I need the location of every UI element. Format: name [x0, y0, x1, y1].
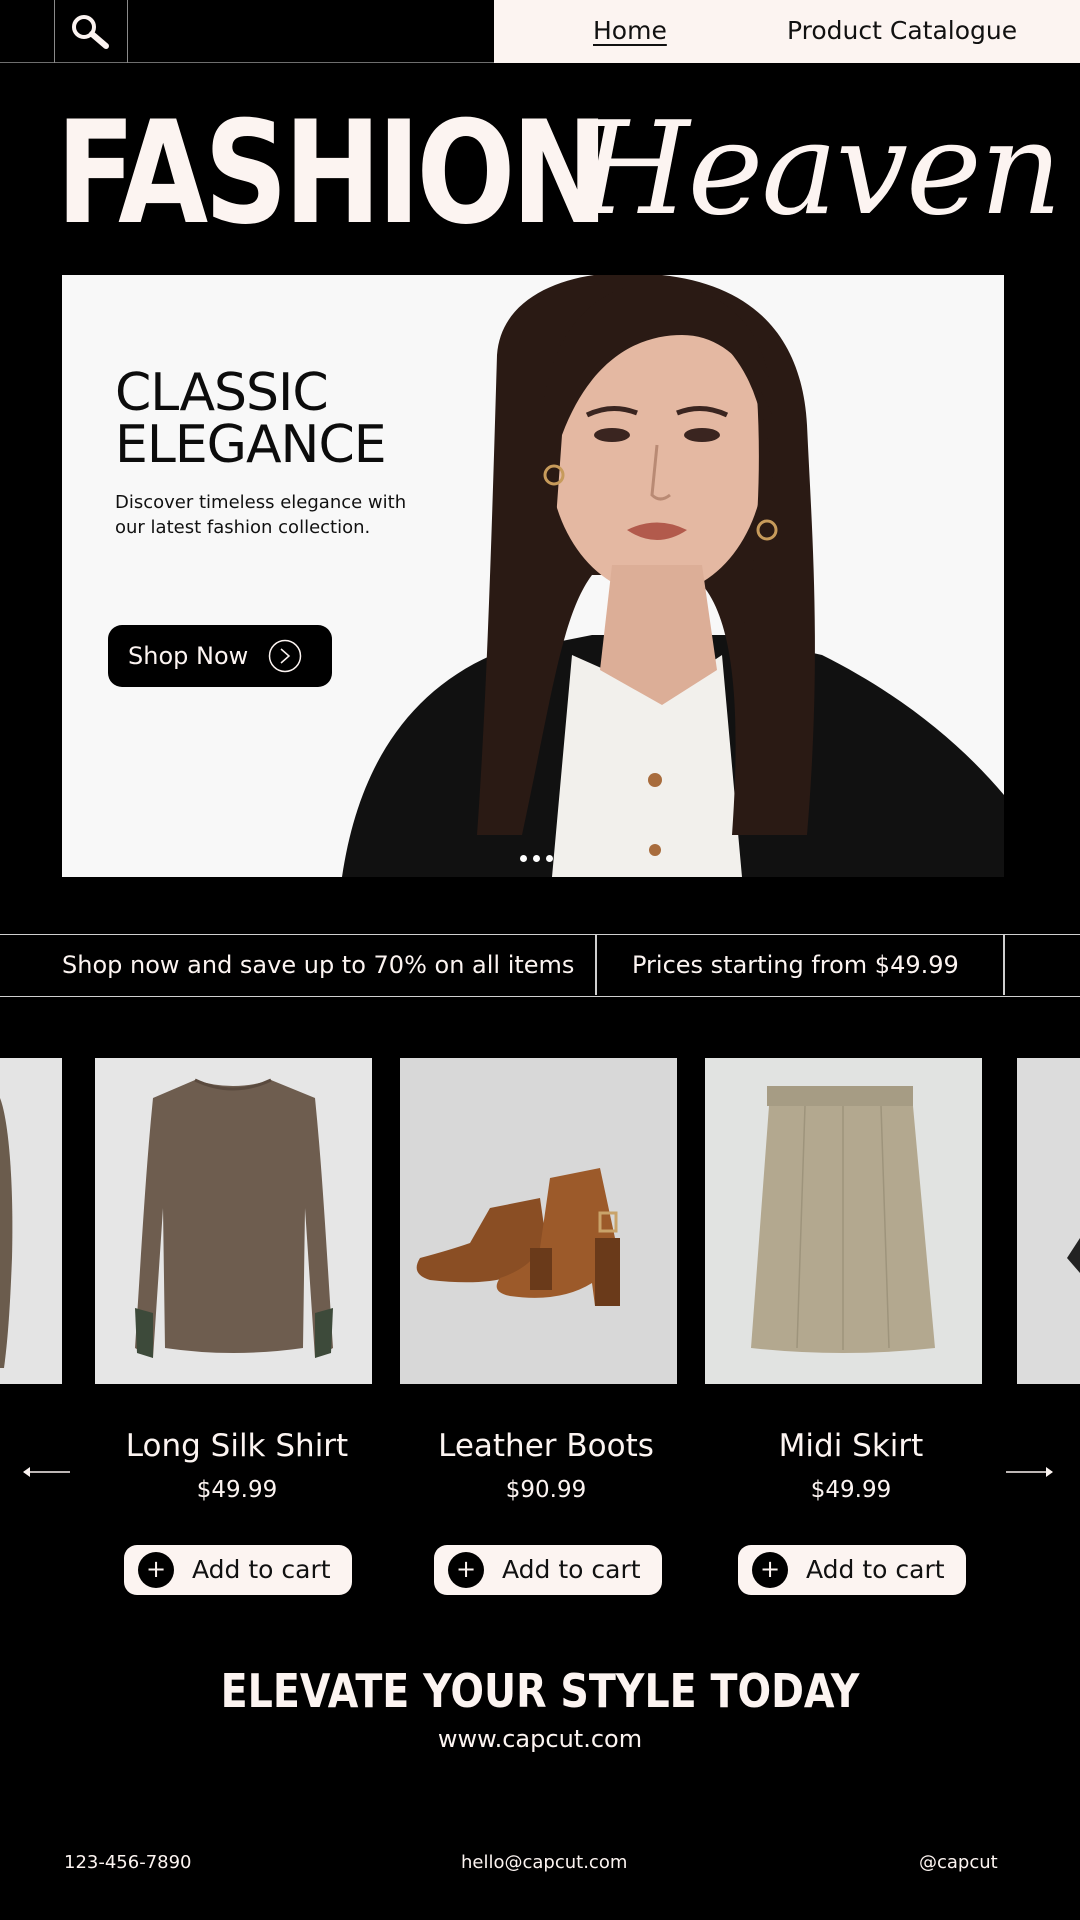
product-image-partial-right[interactable] [1017, 1058, 1080, 1384]
product-image-partial-left[interactable] [0, 1058, 62, 1384]
add-to-cart-button[interactable]: + Add to cart [738, 1545, 966, 1595]
footer-cta: ELEVATE YOUR STYLE TODAY [220, 1664, 860, 1718]
banner-description: Discover timeless elegance with our late… [115, 492, 407, 538]
search-icon [72, 14, 109, 49]
product-image-midi-skirt[interactable] [705, 1058, 982, 1384]
add-to-cart-button[interactable]: + Add to cart [434, 1545, 662, 1595]
product-name: Midi Skirt [778, 1428, 924, 1464]
footer-website[interactable]: www.capcut.com [0, 1725, 1080, 1753]
product-name: Long Silk Shirt [125, 1428, 349, 1464]
brand-title: FASHION Heaven [56, 91, 1062, 256]
promo-price: Prices starting from $49.99 [632, 951, 959, 979]
product-image-leather-boots[interactable] [400, 1058, 677, 1384]
chevron-right-circle-icon [268, 639, 302, 673]
nav-link-product-catalogue[interactable]: Product Catalogue [787, 16, 1017, 45]
carousel-dot[interactable] [520, 855, 527, 862]
banner-heading: CLASSIC ELEGANCE [115, 363, 387, 475]
footer-handle[interactable]: @capcut [919, 1852, 998, 1873]
add-to-cart-label: Add to cart [806, 1555, 945, 1584]
nav-link-home[interactable]: Home [593, 16, 667, 45]
add-to-cart-button[interactable]: + Add to cart [124, 1545, 352, 1595]
plus-icon: + [448, 1552, 484, 1588]
add-to-cart-label: Add to cart [192, 1555, 331, 1584]
shop-now-label: Shop Now [128, 642, 249, 670]
shop-now-button[interactable]: Shop Now [108, 625, 332, 687]
carousel-dots [520, 855, 553, 862]
search-button[interactable] [54, 0, 128, 63]
brand-title-script: Heaven [578, 95, 1062, 244]
hero-banner: CLASSIC ELEGANCE Discover timeless elega… [62, 275, 1004, 877]
plus-icon: + [138, 1552, 174, 1588]
footer-phone[interactable]: 123-456-7890 [64, 1852, 192, 1873]
carousel-dot[interactable] [533, 855, 540, 862]
plus-icon: + [752, 1552, 788, 1588]
promo-strip: Shop now and save up to 70% on all items… [0, 934, 1080, 997]
product-image-long-silk-shirt[interactable] [95, 1058, 372, 1384]
footer-email[interactable]: hello@capcut.com [461, 1852, 627, 1873]
brand-title-bold: FASHION [56, 91, 609, 256]
add-to-cart-label: Add to cart [502, 1555, 641, 1584]
top-nav-links: Home Product Catalogue [494, 0, 1080, 63]
promo-divider [595, 935, 597, 995]
product-price: $90.99 [505, 1477, 587, 1503]
arrow-right-icon[interactable] [1004, 1460, 1056, 1484]
top-nav: Home Product Catalogue [0, 0, 1080, 63]
product-name: Leather Boots [438, 1428, 654, 1464]
model-photo [342, 275, 1004, 877]
promo-divider [1003, 935, 1005, 995]
product-price: $49.99 [196, 1477, 278, 1503]
promo-discount: Shop now and save up to 70% on all items [62, 951, 575, 979]
product-price: $49.99 [810, 1477, 892, 1503]
top-nav-left [0, 0, 494, 63]
arrow-left-icon[interactable] [20, 1460, 72, 1484]
carousel-dot[interactable] [546, 855, 553, 862]
